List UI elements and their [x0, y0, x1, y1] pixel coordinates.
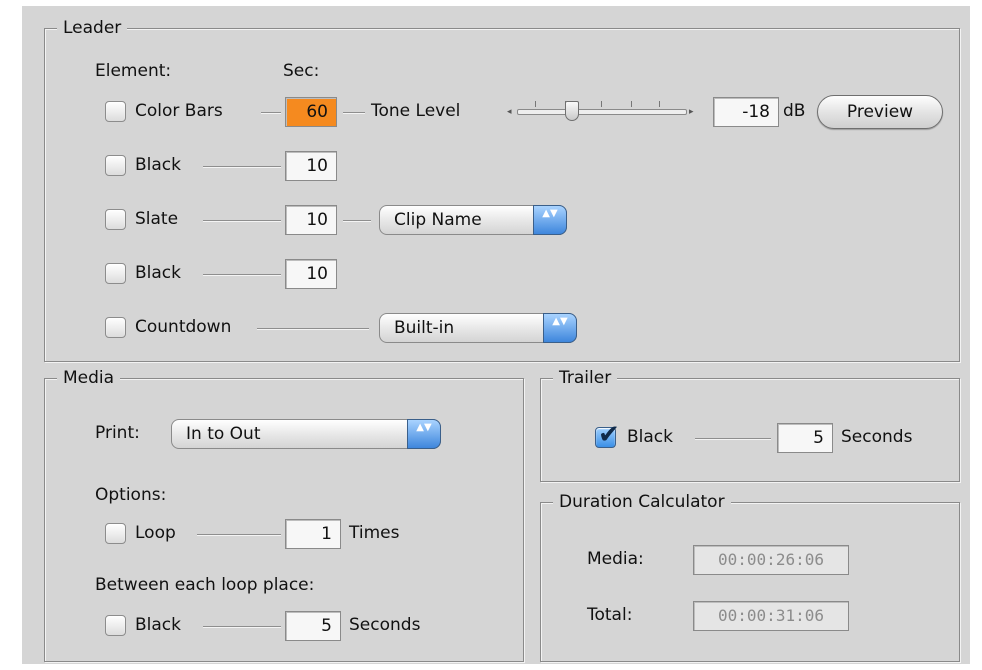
print-to-video-panel: Leader Element: Sec: Color Bars 60 Tone …	[22, 6, 970, 664]
color-bars-connector	[261, 112, 281, 114]
loop-black-seconds-field[interactable]: 5	[285, 611, 341, 641]
loop-count-field[interactable]: 1	[285, 519, 341, 549]
loop-black-checkbox[interactable]	[105, 615, 126, 636]
countdown-select[interactable]: Built-in ▲▼	[379, 313, 577, 343]
leader-title: Leader	[57, 17, 128, 39]
leader-group: Leader Element: Sec: Color Bars 60 Tone …	[44, 17, 960, 362]
trailer-black-label: Black	[627, 427, 673, 447]
media-group: Media Print: In to Out ▲▼ Options: Loop …	[44, 367, 524, 662]
leader-black-2-connector	[203, 274, 281, 276]
trailer-seconds-field[interactable]: 5	[777, 423, 833, 453]
print-range-select[interactable]: In to Out ▲▼	[171, 419, 441, 449]
preview-button[interactable]: Preview	[817, 95, 943, 129]
tone-connector	[343, 112, 365, 114]
loop-black-label: Black	[135, 615, 181, 635]
slider-right-arrow-icon: ▸	[689, 107, 694, 117]
between-loop-label: Between each loop place:	[95, 575, 315, 595]
trailer-title: Trailer	[553, 367, 618, 389]
countdown-connector	[257, 328, 369, 330]
sec-header: Sec:	[283, 61, 320, 81]
loop-checkbox[interactable]	[105, 523, 126, 544]
trailer-black-checkbox[interactable]: ✔	[595, 420, 620, 450]
checkmark-icon: ✔	[598, 420, 620, 450]
leader-black-1-label: Black	[135, 155, 181, 175]
leader-black-1-seconds-field[interactable]: 10	[285, 151, 337, 181]
loop-black-unit-label: Seconds	[349, 615, 421, 635]
color-bars-label: Color Bars	[135, 101, 223, 121]
slate-select-connector	[343, 220, 371, 222]
leader-black-2-seconds-field[interactable]: 10	[285, 259, 337, 289]
countdown-label: Countdown	[135, 317, 232, 337]
slider-tick	[535, 101, 536, 107]
tone-level-db-field[interactable]: -18	[713, 97, 779, 127]
trailer-unit-label: Seconds	[841, 427, 913, 447]
select-arrows-icon: ▲▼	[533, 205, 567, 235]
tone-level-slider[interactable]	[517, 109, 687, 115]
duration-calculator-group: Duration Calculator Media: 00:00:26:06 T…	[540, 491, 960, 662]
duration-calculator-title: Duration Calculator	[553, 491, 731, 513]
slate-label: Slate	[135, 209, 179, 229]
slider-left-arrow-icon: ◂	[507, 107, 512, 117]
duration-media-value: 00:00:26:06	[693, 545, 849, 575]
options-label: Options:	[95, 485, 167, 505]
print-label: Print:	[95, 423, 140, 443]
tone-level-slider-thumb[interactable]	[565, 101, 579, 121]
loop-black-connector	[203, 626, 281, 628]
loop-unit-label: Times	[349, 523, 400, 543]
duration-total-value: 00:00:31:06	[693, 601, 849, 631]
slate-source-select[interactable]: Clip Name ▲▼	[379, 205, 567, 235]
slate-connector	[203, 220, 281, 222]
media-title: Media	[57, 367, 121, 389]
duration-total-label: Total:	[587, 605, 633, 625]
slate-seconds-field[interactable]: 10	[285, 205, 337, 235]
slate-checkbox[interactable]	[105, 209, 126, 230]
leader-black-1-connector	[203, 166, 281, 168]
tone-level-label: Tone Level	[371, 101, 461, 121]
loop-connector	[197, 534, 281, 536]
tone-unit-label: dB	[783, 101, 806, 121]
print-range-select-value: In to Out	[186, 424, 261, 444]
select-arrows-icon: ▲▼	[407, 419, 441, 449]
countdown-checkbox[interactable]	[105, 317, 126, 338]
slider-tick	[601, 101, 602, 107]
trailer-black-connector	[695, 438, 771, 440]
loop-label: Loop	[135, 523, 176, 543]
duration-media-label: Media:	[587, 549, 644, 569]
leader-black-2-checkbox[interactable]	[105, 263, 126, 284]
trailer-group: Trailer ✔ Black 5 Seconds	[540, 367, 960, 482]
leader-black-1-checkbox[interactable]	[105, 155, 126, 176]
select-arrows-icon: ▲▼	[543, 313, 577, 343]
element-header: Element:	[95, 61, 172, 81]
countdown-select-value: Built-in	[394, 318, 455, 338]
leader-black-2-label: Black	[135, 263, 181, 283]
slider-tick	[659, 101, 660, 107]
color-bars-seconds-field[interactable]: 60	[285, 97, 337, 127]
slider-tick	[631, 101, 632, 107]
slate-source-select-value: Clip Name	[394, 210, 482, 230]
color-bars-checkbox[interactable]	[105, 101, 126, 122]
